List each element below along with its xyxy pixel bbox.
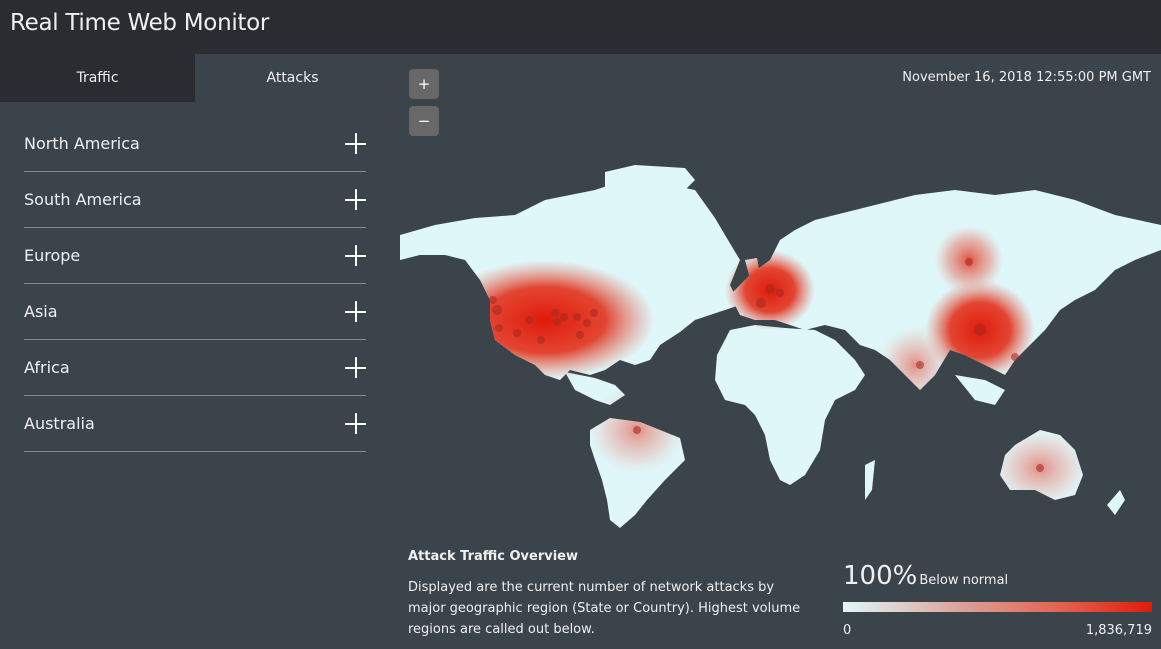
tab-attacks[interactable]: Attacks [195, 54, 390, 102]
legend-max: 1,836,719 [1085, 623, 1152, 638]
city-dot[interactable] [576, 331, 584, 339]
region-item-north-america[interactable]: North America [24, 116, 366, 172]
city-dot[interactable] [553, 318, 561, 326]
city-dot[interactable] [756, 298, 766, 308]
city-dot[interactable] [1011, 353, 1019, 361]
city-dot[interactable] [633, 426, 641, 434]
legend-percent-value: 100% [843, 561, 918, 591]
region-item-europe[interactable]: Europe [24, 228, 366, 284]
plus-icon[interactable] [345, 133, 366, 154]
city-dot[interactable] [560, 313, 568, 321]
plus-icon[interactable] [345, 245, 366, 266]
app-header: Real Time Web Monitor [0, 0, 1161, 54]
city-dot[interactable] [495, 324, 503, 332]
plus-icon[interactable] [345, 301, 366, 322]
hotspot-usa[interactable] [435, 260, 655, 380]
overview-description: Displayed are the current number of netw… [408, 580, 801, 637]
plus-icon[interactable] [345, 189, 366, 210]
city-dot[interactable] [551, 309, 559, 317]
city-dot[interactable] [583, 319, 591, 327]
timestamp: November 16, 2018 12:55:00 PM GMT [902, 70, 1151, 85]
zoom-out-button[interactable]: − [409, 106, 439, 136]
city-dot[interactable] [573, 313, 581, 321]
region-label: Europe [24, 246, 81, 265]
city-dot[interactable] [916, 361, 924, 369]
region-item-africa[interactable]: Africa [24, 340, 366, 396]
app-title: Real Time Web Monitor [10, 10, 270, 36]
region-list: North America South America Europe Asia … [24, 116, 366, 452]
city-dot[interactable] [489, 296, 497, 304]
city-dot[interactable] [590, 309, 598, 317]
city-dot[interactable] [513, 329, 521, 337]
legend-percent: 100% Below normal [843, 561, 1008, 591]
legend-percent-label: Below normal [919, 573, 1009, 588]
city-dot[interactable] [492, 305, 502, 315]
tab-traffic[interactable]: Traffic [0, 54, 195, 102]
legend-gradient-bar [843, 602, 1152, 612]
region-label: South America [24, 190, 142, 209]
city-dot[interactable] [537, 336, 545, 344]
hotspot-india[interactable] [877, 325, 953, 405]
city-dot[interactable] [776, 289, 784, 297]
region-label: North America [24, 134, 140, 153]
city-dot[interactable] [974, 324, 986, 336]
region-label: Australia [24, 414, 95, 433]
plus-icon[interactable] [345, 413, 366, 434]
tab-bar: Traffic Attacks [0, 54, 390, 102]
world-map[interactable] [395, 160, 1161, 540]
city-dot[interactable] [965, 258, 973, 266]
plus-icon[interactable] [345, 357, 366, 378]
city-dot[interactable] [525, 316, 533, 324]
region-item-australia[interactable]: Australia [24, 396, 366, 452]
region-label: Asia [24, 302, 58, 321]
region-item-south-america[interactable]: South America [24, 172, 366, 228]
city-dot[interactable] [1036, 464, 1044, 472]
region-item-asia[interactable]: Asia [24, 284, 366, 340]
legend-min: 0 [843, 623, 852, 638]
region-label: Africa [24, 358, 70, 377]
zoom-in-button[interactable]: + [409, 69, 439, 99]
overview-title: Attack Traffic Overview [408, 549, 579, 564]
city-dot[interactable] [765, 284, 775, 294]
